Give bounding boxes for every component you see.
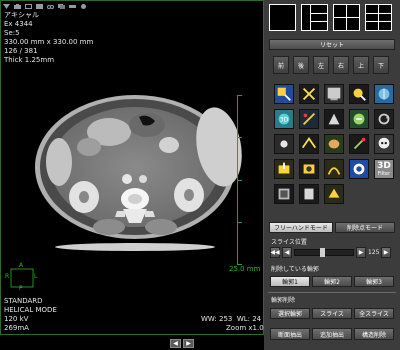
region-tool-icon[interactable] xyxy=(324,184,344,204)
scale-bar xyxy=(237,95,242,265)
orient-top: A xyxy=(19,262,24,269)
triangle-left-icon: ◀ xyxy=(173,340,178,347)
scissors-icon[interactable] xyxy=(45,2,56,10)
slice-position-label: スライス位置 xyxy=(271,239,307,246)
filter-3d-label: 3D xyxy=(377,160,391,171)
view-anterior-button[interactable]: 前 xyxy=(273,56,289,74)
point-tool-icon[interactable] xyxy=(274,134,294,154)
structure-delete-button[interactable]: 構造削除 xyxy=(354,328,394,340)
delete-selected-contour-button[interactable]: 選択輪郭 xyxy=(270,308,310,319)
crop-icon[interactable] xyxy=(23,2,34,10)
next-image-button[interactable]: ▶ xyxy=(183,339,194,348)
layout-2x3-button[interactable] xyxy=(365,4,392,31)
cap-tool-icon[interactable] xyxy=(349,159,369,179)
arrow-icon[interactable] xyxy=(1,2,12,10)
contour-2-button[interactable]: 輪郭2 xyxy=(312,276,352,287)
layout-1x1-button[interactable] xyxy=(269,4,296,31)
filter-sub-label: Filter xyxy=(377,170,391,177)
vessel-tool-icon[interactable] xyxy=(324,159,344,179)
section-extract-button[interactable]: 断面抽出 xyxy=(270,328,310,340)
orient-right: L xyxy=(34,273,38,280)
delete-slice-button[interactable]: スライス xyxy=(312,308,352,319)
field-of-view: 330.00 mm x 330.00 mm xyxy=(4,38,94,46)
image-viewport[interactable]: アキシャル Ex 4344 Se:5 330.00 mm x 330.00 mm… xyxy=(0,0,264,335)
kvp-value: 120 kV xyxy=(4,315,29,323)
scan-mode: HELICAL MODE xyxy=(4,306,57,314)
triangle-right-icon: ▶ xyxy=(383,249,389,256)
skull-tool-icon[interactable] xyxy=(374,134,394,154)
delete-all-slices-button[interactable]: 全スライス xyxy=(354,308,394,319)
view-posterior-button[interactable]: 後 xyxy=(293,56,309,74)
slice-value: 125 xyxy=(368,249,380,256)
rotate-tool-icon[interactable] xyxy=(374,109,394,129)
magnify-tool-icon[interactable] xyxy=(349,84,369,104)
view-superior-button[interactable]: 上 xyxy=(353,56,369,74)
skip-back-icon: ◀◀ xyxy=(270,249,280,256)
triangle-left-icon: ◀ xyxy=(284,249,290,256)
slice-slider-thumb[interactable] xyxy=(320,248,325,257)
kernel-label: STANDARD xyxy=(4,297,43,305)
reset-button[interactable]: リセット xyxy=(269,39,395,50)
add-extract-button[interactable]: 追加抽出 xyxy=(312,328,352,340)
exam-number: Ex 4344 xyxy=(4,20,33,28)
series-number: Se:5 xyxy=(4,29,20,37)
zoom-level: Zoom x1.0 xyxy=(226,324,264,332)
orientation-marker: A R L P xyxy=(5,262,39,293)
select-tool-icon[interactable] xyxy=(274,84,294,104)
window-level: WW: 253 WL: 24 xyxy=(201,315,262,323)
slice-first-button[interactable]: ◀◀ xyxy=(270,247,280,258)
slice-next-button[interactable]: ▶ xyxy=(356,247,366,258)
ma-value: 269mA xyxy=(4,324,29,332)
view-left-button[interactable]: 左 xyxy=(313,56,329,74)
delete-section-label: 輪郭削除 xyxy=(271,297,296,304)
print-icon[interactable] xyxy=(67,2,78,10)
invert-tool-icon[interactable] xyxy=(349,109,369,129)
window-tool-icon[interactable] xyxy=(324,84,344,104)
info-icon[interactable] xyxy=(78,2,89,10)
render-tool-icon[interactable] xyxy=(324,109,344,129)
slice-prev-button[interactable]: ◀ xyxy=(282,247,292,258)
image-index: 126 / 381 xyxy=(4,47,38,55)
measure-tool-icon[interactable] xyxy=(374,84,394,104)
contour-1-button[interactable]: 輪郭1 xyxy=(270,276,310,287)
scale-label: 25.0 mm xyxy=(229,265,261,273)
patient-name: アキシャル xyxy=(4,11,39,19)
skin-tool-icon[interactable] xyxy=(324,134,344,154)
slice-thickness: Thick 1.25mm xyxy=(4,56,55,64)
layout-2x2-button[interactable] xyxy=(333,4,360,31)
pan-tool-icon[interactable] xyxy=(299,84,319,104)
view-inferior-button[interactable]: 下 xyxy=(373,56,389,74)
triangle-right-icon: ▶ xyxy=(358,249,364,256)
contour-section-label: 削除している輪郭 xyxy=(271,266,319,273)
freehand-mode-tab[interactable]: フリーハンドモード xyxy=(269,222,333,233)
3d-filter-tool-icon[interactable]: 3D Filter xyxy=(374,159,394,179)
export-tool-icon[interactable] xyxy=(274,159,294,179)
film-tool-icon[interactable] xyxy=(274,184,294,204)
fly-tool-icon[interactable] xyxy=(299,134,319,154)
layout-1x3-button[interactable] xyxy=(301,4,328,31)
ct-scan-image xyxy=(35,95,242,251)
disk-icon[interactable] xyxy=(34,2,45,10)
contour-3-button[interactable]: 輪郭3 xyxy=(354,276,394,287)
svg-text:3D: 3D xyxy=(280,117,289,124)
mpr-tool-icon[interactable]: 3D xyxy=(274,109,294,129)
orient-left: R xyxy=(5,273,10,280)
cut-tool-icon[interactable] xyxy=(299,109,319,129)
delete-point-mode-tab[interactable]: 削除点モード xyxy=(335,222,395,233)
orient-bottom: P xyxy=(19,285,23,292)
prev-image-button[interactable]: ◀ xyxy=(170,339,181,348)
slice-forward-button[interactable]: ▶ xyxy=(381,247,391,258)
camera-icon[interactable] xyxy=(12,2,23,10)
copy-icon[interactable] xyxy=(56,2,67,10)
extract-tool-icon[interactable] xyxy=(299,184,319,204)
view-right-button[interactable]: 右 xyxy=(333,56,349,74)
tool-grid: 3D 3D Filter xyxy=(272,82,396,222)
triangle-right-icon: ▶ xyxy=(186,340,191,347)
capture-tool-icon[interactable] xyxy=(299,159,319,179)
bottom-bar xyxy=(0,336,264,350)
control-panel: リセット 前 後 左 右 上 下 3D 3D Filter フリーハンドモード … xyxy=(264,0,400,350)
annotate-tool-icon[interactable] xyxy=(349,134,369,154)
